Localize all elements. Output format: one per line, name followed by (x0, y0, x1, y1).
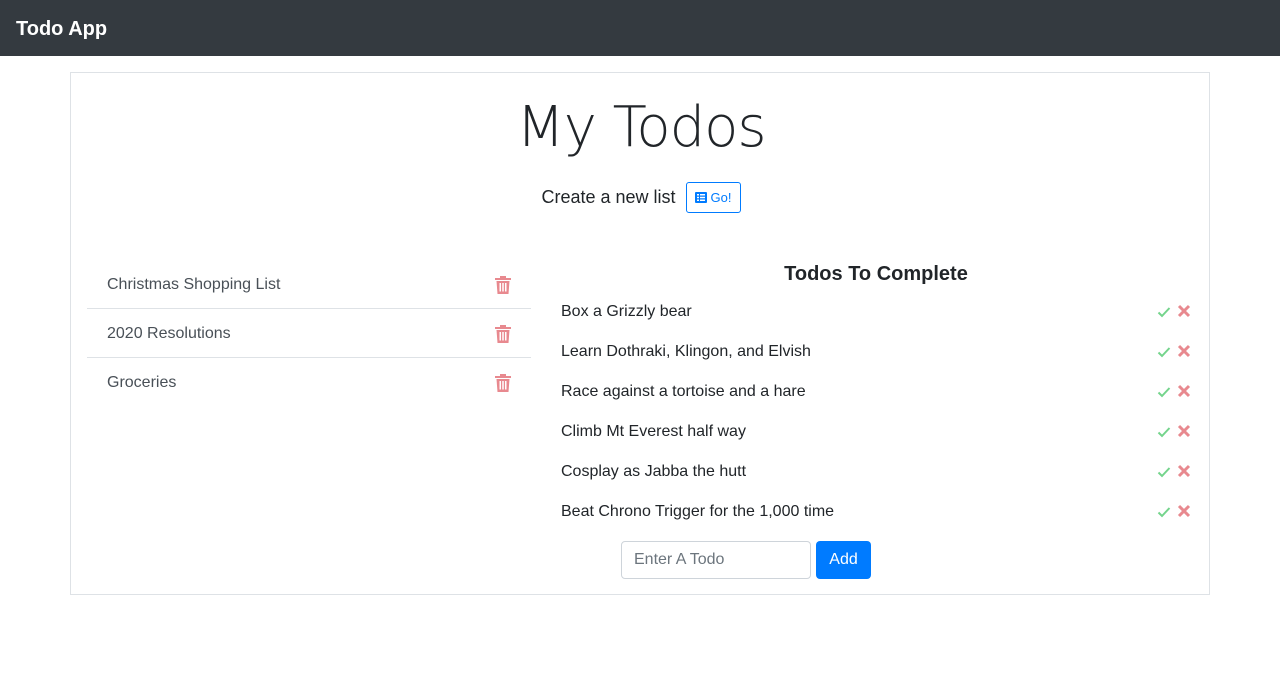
page-title: My Todos (516, 95, 766, 160)
todo-item: Box a Grizzly bear (561, 293, 1197, 333)
todo-item: Race against a tortoise and a hare (561, 373, 1197, 413)
todo-text: Climb Mt Everest half way (561, 423, 746, 440)
list-item[interactable]: Groceries (87, 358, 531, 407)
todo-item: Climb Mt Everest half way (561, 413, 1197, 453)
list-group: Christmas Shopping List 2020 Resolutions (87, 260, 531, 407)
todo-input[interactable] (621, 541, 811, 579)
go-button-label: Go! (710, 189, 732, 205)
todo-text: Learn Dothraki, Klingon, and Elvish (561, 343, 811, 360)
todo-item: Beat Chrono Trigger for the 1,000 time (561, 493, 1197, 533)
close-icon[interactable] (1177, 464, 1191, 478)
new-list-label: Create a new list (541, 187, 676, 207)
navbar: Todo App (0, 0, 1280, 56)
list-item[interactable]: 2020 Resolutions (87, 309, 531, 358)
check-icon[interactable] (1157, 426, 1171, 438)
todo-text: Beat Chrono Trigger for the 1,000 time (561, 503, 835, 520)
list-item-name: Christmas Shopping List (107, 276, 281, 293)
todos-title: Todos To Complete (784, 263, 968, 285)
new-list-row: Create a new list Go! (71, 181, 1211, 213)
close-icon[interactable] (1177, 304, 1191, 318)
todo-item: Cosplay as Jabba the hutt (561, 453, 1197, 493)
list-icon (694, 191, 707, 203)
check-icon[interactable] (1157, 386, 1171, 398)
todo-text: Box a Grizzly bear (561, 303, 692, 320)
todo-text: Race against a tortoise and a hare (561, 383, 806, 400)
list-item-name: 2020 Resolutions (107, 325, 231, 342)
close-icon[interactable] (1177, 504, 1191, 518)
navbar-brand[interactable]: Todo App (16, 15, 107, 43)
main-card: My Todos Create a new list Go! Christmas… (70, 72, 1210, 595)
check-icon[interactable] (1157, 506, 1171, 518)
close-icon[interactable] (1177, 344, 1191, 358)
todo-text: Cosplay as Jabba the hutt (561, 463, 747, 480)
trash-icon[interactable] (495, 374, 511, 392)
list-item[interactable]: Christmas Shopping List (87, 260, 531, 309)
todo-item: Learn Dothraki, Klingon, and Elvish (561, 333, 1197, 373)
check-icon[interactable] (1157, 346, 1171, 358)
close-icon[interactable] (1177, 424, 1191, 438)
add-todo-form: Add (621, 541, 871, 579)
close-icon[interactable] (1177, 384, 1191, 398)
go-button[interactable]: Go! (685, 181, 741, 213)
trash-icon[interactable] (495, 325, 511, 343)
add-button[interactable]: Add (816, 541, 871, 579)
trash-icon[interactable] (495, 276, 511, 294)
list-item-name: Groceries (107, 374, 177, 391)
check-icon[interactable] (1157, 306, 1171, 318)
check-icon[interactable] (1157, 466, 1171, 478)
